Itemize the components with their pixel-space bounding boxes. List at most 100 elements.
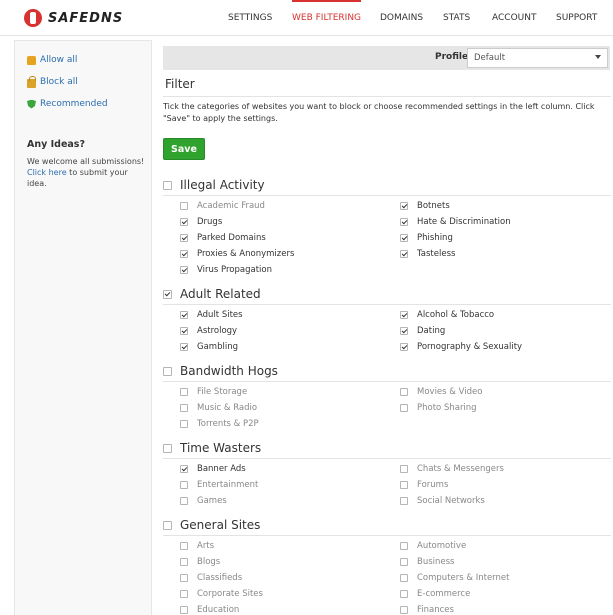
category-blogs[interactable]: Blogs: [180, 557, 220, 567]
category-checkbox[interactable]: [400, 388, 408, 396]
category-checkbox[interactable]: [180, 465, 188, 473]
category-photo-sharing[interactable]: Photo Sharing: [400, 403, 477, 413]
category-checkbox[interactable]: [180, 606, 188, 614]
category-checkbox[interactable]: [180, 250, 188, 258]
category-label: Pornography & Sexuality: [417, 342, 523, 352]
category-checkbox[interactable]: [180, 558, 188, 566]
category-checkbox[interactable]: [400, 343, 408, 351]
category-forums[interactable]: Forums: [400, 480, 448, 490]
category-classifieds[interactable]: Classifieds: [180, 573, 242, 583]
category-phishing[interactable]: Phishing: [400, 233, 453, 243]
save-button[interactable]: Save: [163, 138, 205, 160]
category-checkbox[interactable]: [180, 590, 188, 598]
section-checkbox[interactable]: [163, 366, 172, 376]
section-title: Bandwidth Hogs: [180, 364, 278, 378]
category-checkbox[interactable]: [400, 465, 408, 473]
category-checkbox[interactable]: [400, 481, 408, 489]
category-checkbox[interactable]: [400, 234, 408, 242]
category-e-commerce[interactable]: E-commerce: [400, 589, 470, 599]
category-gambling[interactable]: Gambling: [180, 342, 238, 352]
category-checkbox[interactable]: [180, 234, 188, 242]
nav-account[interactable]: ACCOUNT: [492, 0, 536, 36]
nav-web-filtering[interactable]: WEB FILTERING: [292, 0, 362, 36]
category-dating[interactable]: Dating: [400, 326, 445, 336]
nav-stats[interactable]: STATS: [443, 0, 470, 36]
category-music-and-radio[interactable]: Music & Radio: [180, 403, 257, 413]
safedns-logo[interactable]: SAFEDNS: [24, 9, 123, 27]
section-header-time-wasters: Time Wasters: [163, 441, 261, 455]
category-checkbox[interactable]: [180, 542, 188, 550]
category-automotive[interactable]: Automotive: [400, 541, 466, 551]
category-checkbox[interactable]: [180, 218, 188, 226]
ideas-link[interactable]: Click here: [27, 168, 67, 177]
category-virus-propagation[interactable]: Virus Propagation: [180, 265, 272, 275]
category-checkbox[interactable]: [400, 606, 408, 614]
category-academic-fraud[interactable]: Academic Fraud: [180, 201, 265, 211]
category-torrents-and-p2p[interactable]: Torrents & P2P: [180, 419, 259, 429]
category-movies-and-video[interactable]: Movies & Video: [400, 387, 482, 397]
category-checkbox[interactable]: [400, 574, 408, 582]
category-chats-and-messengers[interactable]: Chats & Messengers: [400, 464, 504, 474]
category-checkbox[interactable]: [180, 404, 188, 412]
category-banner-ads[interactable]: Banner Ads: [180, 464, 246, 474]
sidebar-item-block-all[interactable]: Block all: [27, 75, 78, 88]
nav-domains[interactable]: DOMAINS: [380, 0, 423, 36]
category-entertainment[interactable]: Entertainment: [180, 480, 258, 490]
category-checkbox[interactable]: [400, 497, 408, 505]
sidebar-item-allow-all[interactable]: Allow all: [27, 55, 77, 65]
category-astrology[interactable]: Astrology: [180, 326, 237, 336]
category-label: Forums: [417, 480, 449, 490]
category-checkbox[interactable]: [400, 327, 408, 335]
section-checkbox[interactable]: [163, 443, 172, 453]
category-checkbox[interactable]: [180, 202, 188, 210]
category-checkbox[interactable]: [180, 327, 188, 335]
category-adult-sites[interactable]: Adult Sites: [180, 310, 243, 320]
category-checkbox[interactable]: [180, 420, 188, 428]
section-checkbox[interactable]: [163, 520, 172, 530]
section-header-general-sites: General Sites: [163, 518, 260, 532]
category-file-storage[interactable]: File Storage: [180, 387, 247, 397]
nav-settings[interactable]: SETTINGS: [228, 0, 272, 36]
divider: [163, 195, 611, 196]
category-botnets[interactable]: Botnets: [400, 201, 450, 211]
category-arts[interactable]: Arts: [180, 541, 214, 551]
category-tasteless[interactable]: Tasteless: [400, 249, 455, 259]
category-corporate-sites[interactable]: Corporate Sites: [180, 589, 263, 599]
category-checkbox[interactable]: [180, 497, 188, 505]
category-finances[interactable]: Finances: [400, 605, 454, 615]
category-checkbox[interactable]: [400, 590, 408, 598]
category-pornography-and-sexuality[interactable]: Pornography & Sexuality: [400, 342, 522, 352]
category-checkbox[interactable]: [400, 202, 408, 210]
category-social-networks[interactable]: Social Networks: [400, 496, 485, 506]
category-checkbox[interactable]: [180, 266, 188, 274]
category-games[interactable]: Games: [180, 496, 227, 506]
profile-select[interactable]: Default: [467, 48, 608, 68]
lock-icon: [27, 75, 36, 88]
category-checkbox[interactable]: [180, 481, 188, 489]
sidebar-item-recommended[interactable]: Recommended: [27, 99, 108, 109]
category-label: Astrology: [197, 326, 238, 336]
nav-support[interactable]: SUPPORT: [556, 0, 597, 36]
category-checkbox[interactable]: [400, 558, 408, 566]
section-checkbox[interactable]: [163, 289, 172, 299]
category-hate-and-discrimination[interactable]: Hate & Discrimination: [400, 217, 511, 227]
category-checkbox[interactable]: [400, 250, 408, 258]
category-alcohol-and-tobacco[interactable]: Alcohol & Tobacco: [400, 310, 494, 320]
category-computers-and-internet[interactable]: Computers & Internet: [400, 573, 509, 583]
category-checkbox[interactable]: [400, 218, 408, 226]
section-checkbox[interactable]: [163, 180, 172, 190]
category-label: Movies & Video: [417, 387, 483, 397]
category-parked-domains[interactable]: Parked Domains: [180, 233, 266, 243]
category-checkbox[interactable]: [400, 404, 408, 412]
category-checkbox[interactable]: [180, 574, 188, 582]
category-business[interactable]: Business: [400, 557, 454, 567]
category-checkbox[interactable]: [180, 311, 188, 319]
category-checkbox[interactable]: [180, 388, 188, 396]
category-proxies-and-anonymizers[interactable]: Proxies & Anonymizers: [180, 249, 294, 259]
category-checkbox[interactable]: [400, 542, 408, 550]
category-education[interactable]: Education: [180, 605, 239, 615]
category-checkbox[interactable]: [180, 343, 188, 351]
category-drugs[interactable]: Drugs: [180, 217, 222, 227]
category-label: Academic Fraud: [197, 201, 265, 211]
category-checkbox[interactable]: [400, 311, 408, 319]
